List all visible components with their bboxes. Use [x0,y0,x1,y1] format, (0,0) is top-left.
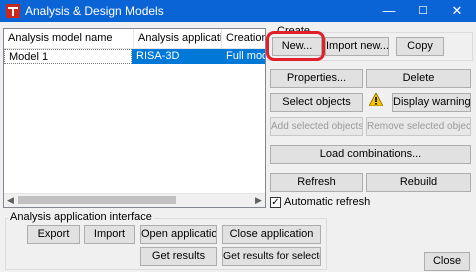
get-results-for-selected-button[interactable]: Get results for selected [222,247,321,266]
close-window-button[interactable]: ✕ [440,0,474,22]
export-button[interactable]: Export [27,225,80,244]
rebuild-button[interactable]: Rebuild [366,173,471,192]
horizontal-scrollbar[interactable]: ◀ ▶ [4,193,265,207]
cell-model-name: Model 1 [4,49,132,64]
scroll-thumb[interactable] [18,196,176,204]
window-title: Analysis & Design Models [25,4,164,18]
import-new-button[interactable]: Import new... [325,37,389,56]
add-selected-objects-button[interactable]: Add selected objects [270,117,363,136]
table-row[interactable]: Model 1 RISA-3D Full mode [4,49,265,64]
cell-application: RISA-3D [132,49,222,64]
import-button[interactable]: Import [84,225,135,244]
cell-creation: Full mode [222,49,265,64]
column-header-creation[interactable]: Creation m [222,29,265,48]
open-application-button[interactable]: Open application [140,225,217,244]
close-application-button[interactable]: Close application [222,225,321,244]
warning-icon [369,93,383,106]
automatic-refresh-label: Automatic refresh [284,196,371,208]
copy-button[interactable]: Copy [396,37,444,56]
scroll-right-icon[interactable]: ▶ [252,194,265,207]
column-header-name[interactable]: Analysis model name [4,29,134,48]
model-list[interactable]: Analysis model name Analysis applicati..… [3,28,266,208]
load-combinations-button[interactable]: Load combinations... [270,145,471,164]
highlight-circle [266,31,325,61]
display-warnings-button[interactable]: Display warnings [392,93,471,112]
maximize-button[interactable]: ☐ [406,0,440,22]
close-button[interactable]: Close [424,252,470,271]
delete-button[interactable]: Delete [366,69,471,88]
properties-button[interactable]: Properties... [270,69,363,88]
interface-group-label: Analysis application interface [8,211,154,223]
app-icon [6,4,20,18]
refresh-button[interactable]: Refresh [270,173,363,192]
title-bar: Analysis & Design Models — ☐ ✕ [0,0,476,22]
remove-selected-objects-button[interactable]: Remove selected objects [366,117,471,136]
column-header-application[interactable]: Analysis applicati... [134,29,222,48]
get-results-button[interactable]: Get results [140,247,217,266]
automatic-refresh-checkbox[interactable]: ✓ [270,197,281,208]
scroll-left-icon[interactable]: ◀ [4,194,17,207]
minimize-button[interactable]: — [372,0,406,22]
select-objects-button[interactable]: Select objects [270,93,363,112]
list-header: Analysis model name Analysis applicati..… [4,29,265,49]
